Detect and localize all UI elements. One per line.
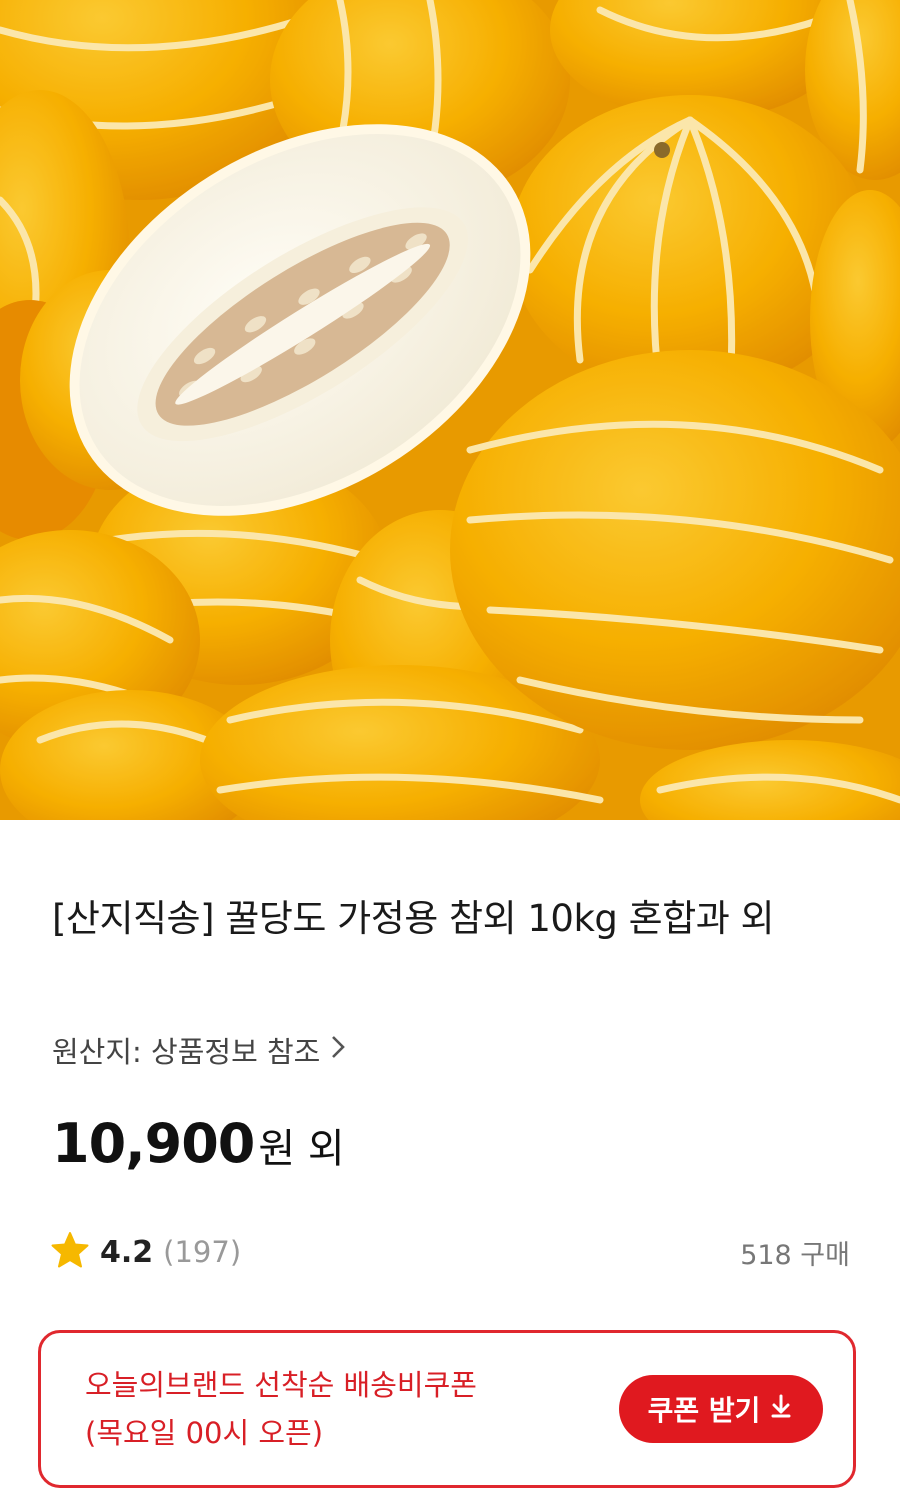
coupon-banner: 오늘의브랜드 선착순 배송비쿠폰 (목요일 00시 오픈) 쿠폰 받기 xyxy=(38,1330,856,1488)
coupon-line-2: (목요일 00시 오픈) xyxy=(85,1416,324,1450)
price-suffix: 원 외 xyxy=(258,1126,345,1172)
rating-summary[interactable]: 4.2 (197) xyxy=(50,1230,241,1274)
price-amount: 10,900 xyxy=(52,1112,255,1175)
review-count[interactable]: (197) xyxy=(163,1235,241,1269)
product-info: [산지직송] 꿀당도 가정용 참외 10kg 혼합과 외 원산지: 상품정보 참… xyxy=(0,820,900,1510)
product-title: [산지직송] 꿀당도 가정용 참외 10kg 혼합과 외 xyxy=(52,897,775,940)
coupon-button-label: 쿠폰 받기 xyxy=(647,1394,761,1427)
star-icon xyxy=(50,1230,90,1274)
coupon-line-1: 오늘의브랜드 선착순 배송비쿠폰 xyxy=(85,1368,477,1402)
product-price: 10,900 원 외 xyxy=(52,1112,345,1175)
download-arrow-icon xyxy=(768,1393,794,1426)
coupon-text: 오늘의브랜드 선착순 배송비쿠폰 (목요일 00시 오픈) xyxy=(85,1361,477,1457)
purchase-count: 518 구매 xyxy=(740,1239,850,1271)
origin-text: 원산지: 상품정보 참조 xyxy=(52,1035,321,1069)
product-image[interactable] xyxy=(0,0,900,820)
chevron-right-icon xyxy=(330,1034,346,1067)
korean-melon-photo xyxy=(0,0,900,820)
coupon-download-button[interactable]: 쿠폰 받기 xyxy=(619,1375,823,1443)
rating-score: 4.2 xyxy=(100,1234,154,1270)
origin-link[interactable]: 원산지: 상품정보 참조 xyxy=(52,1030,346,1070)
